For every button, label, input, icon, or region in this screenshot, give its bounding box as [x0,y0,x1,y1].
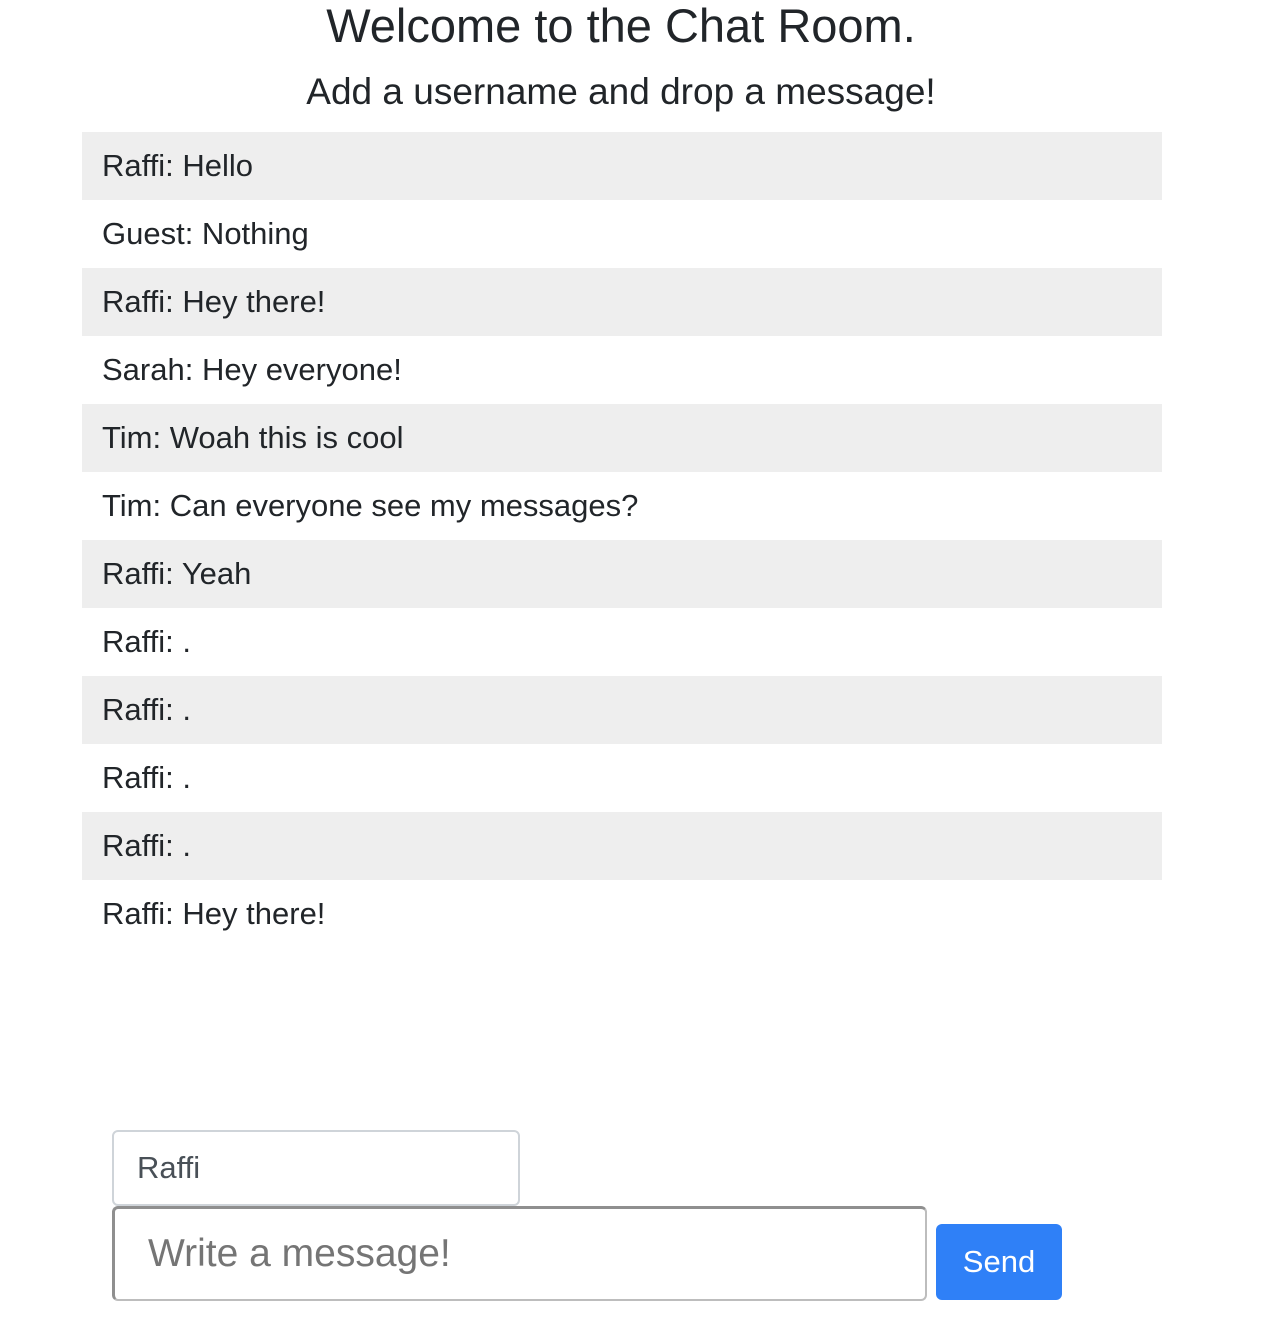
message-input[interactable] [112,1206,927,1301]
message-item: Raffi: Hey there! [82,268,1162,336]
page-subtitle: Add a username and drop a message! [306,71,936,112]
message-item: Raffi: . [82,608,1162,676]
message-item: Raffi: Yeah [82,540,1162,608]
message-item: Guest: Nothing [82,200,1162,268]
message-item: Tim: Can everyone see my messages? [82,472,1162,540]
message-item: Raffi: . [82,812,1162,880]
message-item: Raffi: Hey there! [82,880,1162,948]
message-item: Raffi: . [82,744,1162,812]
message-item: Raffi: Hello [82,132,1162,200]
send-button[interactable]: Send [936,1224,1062,1300]
username-input[interactable] [112,1130,520,1206]
page-title: Welcome to the Chat Room. [326,0,916,52]
message-item: Tim: Woah this is cool [82,404,1162,472]
message-item: Raffi: . [82,676,1162,744]
chat-page: Welcome to the Chat Room. Add a username… [0,0,1266,1344]
message-item: Sarah: Hey everyone! [82,336,1162,404]
message-list: Raffi: Hello Guest: Nothing Raffi: Hey t… [82,132,1162,948]
